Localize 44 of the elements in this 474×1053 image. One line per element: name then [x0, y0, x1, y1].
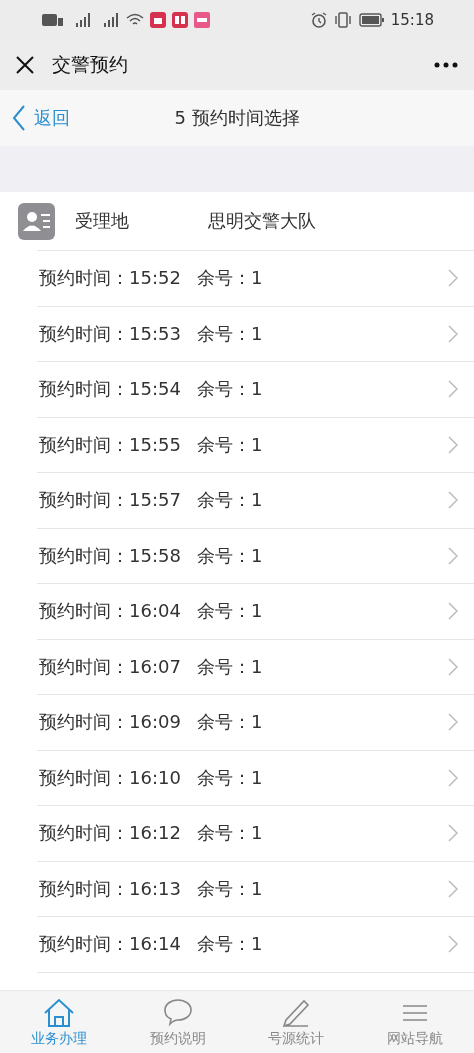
chevron-right-icon	[448, 824, 458, 843]
time-slot-item[interactable]: 预约时间：15:53 余号：1	[37, 306, 474, 362]
id-card-icon	[18, 202, 55, 240]
time-slot-item[interactable]: 预约时间：16:13 余号：1	[37, 861, 474, 917]
office-value: 思明交警大队	[208, 209, 316, 233]
chevron-right-icon	[448, 324, 458, 343]
status-time: 15:18	[390, 11, 434, 29]
chevron-right-icon	[448, 935, 458, 954]
home-icon	[43, 997, 76, 1028]
time-slot-item[interactable]: 预约时间：16:07 余号：1	[37, 639, 474, 695]
chevron-right-icon	[448, 768, 458, 787]
chevron-right-icon	[448, 713, 458, 732]
wifi-icon	[126, 13, 144, 27]
chevron-right-icon	[448, 380, 458, 399]
chevron-right-icon	[448, 269, 458, 288]
time-slot-item[interactable]: 预约时间：16:12 余号：1	[37, 806, 474, 862]
chevron-right-icon	[448, 435, 458, 454]
time-slot-item[interactable]: 预约时间：15:58 余号：1	[37, 528, 474, 584]
close-icon[interactable]	[16, 56, 34, 74]
office-label: 受理地	[75, 209, 130, 233]
time-slot-item[interactable]: 预约时间：16:09 余号：1	[37, 695, 474, 751]
chevron-right-icon	[448, 491, 458, 510]
alarm-icon	[310, 12, 327, 28]
app-notification-icon	[194, 12, 210, 28]
time-slot-item[interactable]: 预约时间：16:14 余号：1	[37, 917, 474, 973]
speech-bubble-icon	[161, 997, 194, 1028]
vibrate-icon	[332, 12, 353, 28]
chevron-right-icon	[448, 602, 458, 621]
time-slot-item[interactable]: 预约时间：16:10 余号：1	[37, 750, 474, 806]
battery-icon	[358, 13, 385, 27]
more-options-icon[interactable]	[434, 62, 458, 68]
chevron-right-icon	[448, 879, 458, 898]
time-slot-item[interactable]: 预约时间：16:04 余号：1	[37, 584, 474, 640]
chevron-right-icon	[448, 657, 458, 676]
time-slot-item[interactable]: 预约时间：15:54 余号：1	[37, 362, 474, 418]
time-slot-item[interactable]: 预约时间：15:52 余号：1	[37, 251, 474, 307]
book-notification-icon	[172, 12, 188, 28]
time-slot-item[interactable]: 预约时间：15:55 余号：1	[37, 417, 474, 473]
back-chevron-icon	[12, 105, 26, 131]
app-notification-icon	[150, 12, 166, 28]
page-title: 5 预约时间选择	[173, 106, 301, 130]
window-title: 交警预约	[52, 52, 129, 77]
time-slot-item[interactable]: 预约时间：15:57 余号：1	[37, 473, 474, 529]
chevron-right-icon	[448, 546, 458, 565]
